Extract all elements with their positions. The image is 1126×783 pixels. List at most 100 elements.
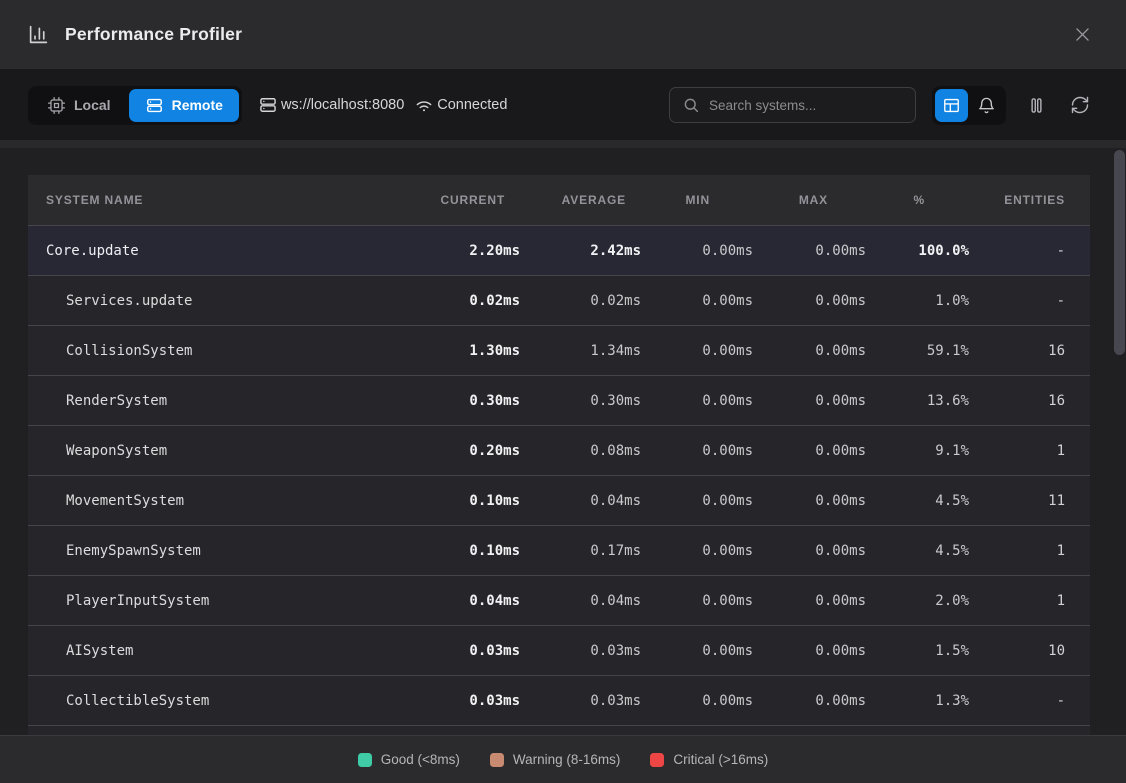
remote-mode-label: Remote bbox=[172, 97, 223, 113]
system-name: CollectibleSystem bbox=[66, 693, 209, 709]
percent-value: 1.0% bbox=[866, 293, 969, 309]
entities-value: 10 bbox=[969, 643, 1090, 659]
min-value: 0.00ms bbox=[641, 443, 753, 459]
percent-value: 9.1% bbox=[866, 443, 969, 459]
server-icon bbox=[258, 95, 278, 115]
wifi-icon bbox=[414, 95, 434, 115]
pause-button[interactable] bbox=[1022, 91, 1050, 119]
column-header-max: Max bbox=[753, 193, 866, 207]
bar-chart-icon bbox=[28, 24, 49, 45]
system-name: CollisionSystem bbox=[66, 343, 192, 359]
system-name: Core.update bbox=[46, 243, 139, 259]
legend-footer: Good (<8ms) Warning (8-16ms) Critical (>… bbox=[0, 735, 1126, 783]
connection-url: ws://localhost:8080 bbox=[281, 97, 404, 113]
percent-value: 13.6% bbox=[866, 393, 969, 409]
max-value: 0.00ms bbox=[753, 693, 866, 709]
view-toggle bbox=[932, 86, 1006, 125]
current-value: 1.30ms bbox=[400, 343, 520, 359]
percent-value: 4.5% bbox=[866, 493, 969, 509]
table-row[interactable]: Core.update 2.20ms 2.42ms 0.00ms 0.00ms … bbox=[28, 225, 1090, 275]
entities-value: - bbox=[969, 293, 1090, 309]
current-value: 0.04ms bbox=[400, 593, 520, 609]
table-view-button[interactable] bbox=[935, 89, 968, 122]
system-name: WeaponSystem bbox=[66, 443, 167, 459]
table-row[interactable]: MovementSystem 0.10ms 0.04ms 0.00ms 0.00… bbox=[28, 475, 1090, 525]
max-value: 0.00ms bbox=[753, 643, 866, 659]
main-content: System Name Current Average Min Max % En… bbox=[0, 148, 1126, 735]
table-row[interactable]: PlayerInputSystem 0.04ms 0.04ms 0.00ms 0… bbox=[28, 575, 1090, 625]
search-icon bbox=[682, 96, 700, 114]
connection-info: ws://localhost:8080 Connected bbox=[258, 95, 507, 115]
legend-label: Critical (>16ms) bbox=[673, 752, 768, 767]
table-view-icon bbox=[942, 96, 961, 115]
legend-item-critical: Critical (>16ms) bbox=[650, 752, 768, 767]
table-row[interactable]: Services.update 0.02ms 0.02ms 0.00ms 0.0… bbox=[28, 275, 1090, 325]
table-row[interactable]: RenderSystem 0.30ms 0.30ms 0.00ms 0.00ms… bbox=[28, 375, 1090, 425]
column-header-percent: % bbox=[866, 193, 969, 207]
table-row[interactable]: AISystem 0.03ms 0.03ms 0.00ms 0.00ms 1.5… bbox=[28, 625, 1090, 675]
system-name: MovementSystem bbox=[66, 493, 184, 509]
entities-value: 16 bbox=[969, 343, 1090, 359]
server-icon bbox=[145, 96, 164, 115]
min-value: 0.00ms bbox=[641, 243, 753, 259]
local-mode-button[interactable]: Local bbox=[31, 89, 127, 122]
min-value: 0.00ms bbox=[641, 693, 753, 709]
table-row[interactable]: WeaponSystem 0.20ms 0.08ms 0.00ms 0.00ms… bbox=[28, 425, 1090, 475]
performance-profiler-window: Performance Profiler Local bbox=[0, 0, 1126, 783]
remote-mode-button[interactable]: Remote bbox=[129, 89, 239, 122]
critical-swatch-icon bbox=[650, 753, 664, 767]
average-value: 0.03ms bbox=[520, 643, 641, 659]
current-value: 0.02ms bbox=[400, 293, 520, 309]
warning-swatch-icon bbox=[490, 753, 504, 767]
system-name: EnemySpawnSystem bbox=[66, 543, 201, 559]
min-value: 0.00ms bbox=[641, 543, 753, 559]
column-header-current: Current bbox=[400, 193, 520, 207]
entities-value: 1 bbox=[969, 443, 1090, 459]
search-box bbox=[669, 87, 916, 123]
close-button[interactable] bbox=[1066, 19, 1098, 51]
mode-toggle: Local Remote bbox=[28, 86, 242, 125]
table-row-clipped bbox=[28, 725, 1090, 735]
max-value: 0.00ms bbox=[753, 243, 866, 259]
table-row[interactable]: EnemySpawnSystem 0.10ms 0.17ms 0.00ms 0.… bbox=[28, 525, 1090, 575]
systems-table: System Name Current Average Min Max % En… bbox=[28, 175, 1090, 735]
average-value: 1.34ms bbox=[520, 343, 641, 359]
current-value: 0.03ms bbox=[400, 643, 520, 659]
table-row[interactable]: CollectibleSystem 0.03ms 0.03ms 0.00ms 0… bbox=[28, 675, 1090, 725]
average-value: 0.02ms bbox=[520, 293, 641, 309]
min-value: 0.00ms bbox=[641, 393, 753, 409]
percent-value: 1.3% bbox=[866, 693, 969, 709]
max-value: 0.00ms bbox=[753, 593, 866, 609]
entities-value: - bbox=[969, 693, 1090, 709]
average-value: 0.30ms bbox=[520, 393, 641, 409]
vertical-scrollbar-thumb[interactable] bbox=[1114, 150, 1125, 355]
cpu-icon bbox=[47, 96, 66, 115]
title-bar: Performance Profiler bbox=[0, 0, 1126, 70]
percent-value: 4.5% bbox=[866, 543, 969, 559]
legend-item-warning: Warning (8-16ms) bbox=[490, 752, 621, 767]
close-icon bbox=[1073, 25, 1092, 44]
min-value: 0.00ms bbox=[641, 593, 753, 609]
toolbar: Local Remote bbox=[0, 70, 1126, 140]
min-value: 0.00ms bbox=[641, 293, 753, 309]
search-input[interactable] bbox=[709, 98, 905, 113]
max-value: 0.00ms bbox=[753, 343, 866, 359]
refresh-button[interactable] bbox=[1066, 91, 1094, 119]
current-value: 0.30ms bbox=[400, 393, 520, 409]
page-title: Performance Profiler bbox=[65, 24, 242, 45]
current-value: 0.10ms bbox=[400, 543, 520, 559]
table-header-row: System Name Current Average Min Max % En… bbox=[28, 175, 1090, 225]
system-name: RenderSystem bbox=[66, 393, 167, 409]
legend-item-good: Good (<8ms) bbox=[358, 752, 460, 767]
table-row[interactable]: CollisionSystem 1.30ms 1.34ms 0.00ms 0.0… bbox=[28, 325, 1090, 375]
pause-icon bbox=[1026, 95, 1047, 116]
connection-status: Connected bbox=[437, 97, 507, 113]
entities-value: 11 bbox=[969, 493, 1090, 509]
system-name: Services.update bbox=[66, 293, 192, 309]
average-value: 0.17ms bbox=[520, 543, 641, 559]
max-value: 0.00ms bbox=[753, 393, 866, 409]
average-value: 0.04ms bbox=[520, 493, 641, 509]
alerts-view-button[interactable] bbox=[970, 89, 1003, 122]
min-value: 0.00ms bbox=[641, 343, 753, 359]
current-value: 2.20ms bbox=[400, 243, 520, 259]
